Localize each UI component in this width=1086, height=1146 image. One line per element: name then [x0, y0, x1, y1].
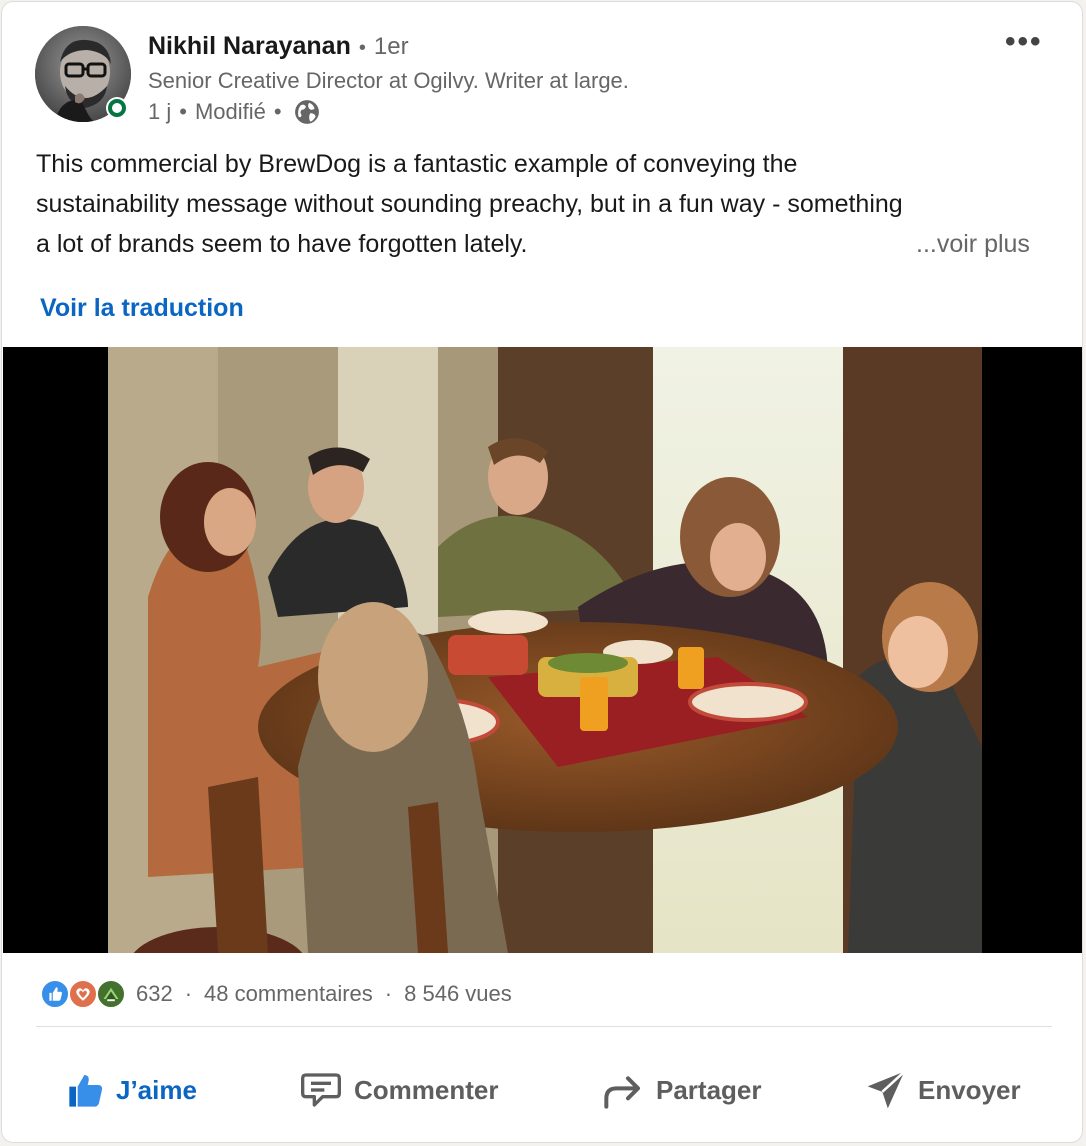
- views-count: 8 546 vues: [404, 981, 512, 1006]
- edited-label: Modifié: [194, 99, 266, 124]
- thumbs-up-icon: [69, 1075, 103, 1107]
- author-name[interactable]: Nikhil Narayanan: [148, 32, 351, 60]
- online-status-indicator: [106, 97, 128, 119]
- see-more-button[interactable]: ...voir plus: [916, 224, 1030, 264]
- send-button[interactable]: Envoyer: [864, 1062, 1021, 1118]
- post-text-line: a lot of brands seem to have forgotten l…: [36, 230, 528, 258]
- comment-label: Commenter: [354, 1074, 499, 1105]
- post-text: This commercial by BrewDog is a fantasti…: [36, 144, 1056, 264]
- video-frame-image: [108, 347, 982, 953]
- post-text-line: This commercial by BrewDog is a fantasti…: [36, 150, 798, 178]
- action-bar: J’aime Commenter Partager Envoyer: [2, 1062, 1082, 1118]
- globe-icon: [294, 100, 319, 124]
- share-arrow-icon: [604, 1076, 640, 1109]
- send-label: Envoyer: [918, 1074, 1021, 1105]
- share-button[interactable]: Partager: [600, 1062, 762, 1118]
- reactions-count[interactable]: 632: [136, 981, 173, 1007]
- send-paper-plane-icon: [867, 1070, 906, 1109]
- like-reaction-icon: [40, 979, 70, 1009]
- love-reaction-icon: [68, 979, 98, 1009]
- post-time: 1 j: [148, 99, 172, 124]
- author-name-line: Nikhil Narayanan • 1er: [148, 32, 409, 60]
- comments-count[interactable]: 48 commentaires: [204, 981, 373, 1007]
- like-label: J’aime: [116, 1074, 197, 1105]
- see-translation-button[interactable]: Voir la traduction: [40, 291, 244, 325]
- connection-degree: 1er: [373, 33, 409, 60]
- post-card: Nikhil Narayanan • 1er Senior Creative Dir…: [1, 1, 1083, 1143]
- post-text-line: sustainability message without sounding …: [36, 190, 903, 218]
- post-meta: 1 j • Modifié •: [148, 97, 320, 127]
- divider: [36, 1026, 1052, 1027]
- insightful-reaction-icon: [96, 979, 126, 1009]
- share-label: Partager: [656, 1074, 762, 1105]
- like-button[interactable]: J’aime: [66, 1062, 197, 1118]
- social-counts: 632 · 48 commentaires · 8 546 vues: [40, 977, 512, 1011]
- more-options-icon[interactable]: •••: [1005, 27, 1043, 57]
- author-headline: Senior Creative Director at Ogilvy. Writ…: [148, 68, 629, 93]
- video-player[interactable]: [3, 347, 1082, 953]
- comment-icon: [300, 1073, 341, 1107]
- comment-button[interactable]: Commenter: [298, 1062, 498, 1118]
